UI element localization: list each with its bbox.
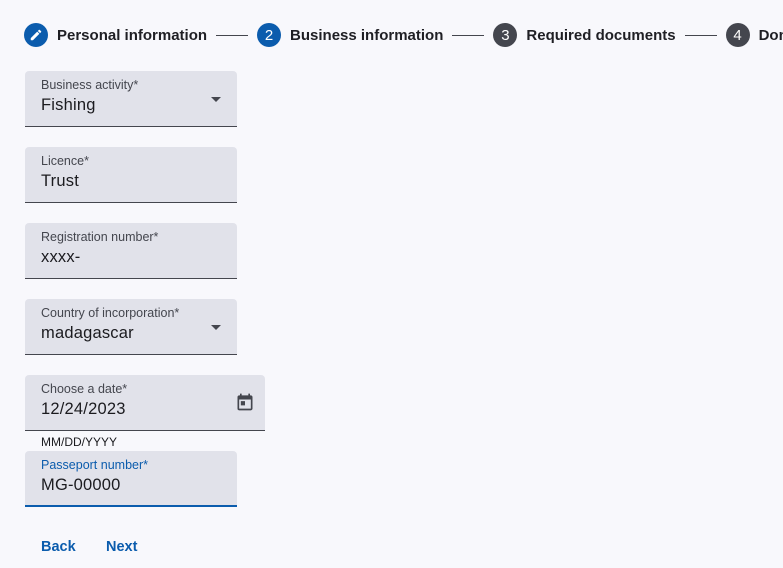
- licence-label: Licence*: [41, 154, 89, 168]
- back-button[interactable]: Back: [41, 535, 76, 559]
- date-field[interactable]: Choose a date* 12/24/2023: [25, 375, 265, 431]
- licence-value: Trust: [41, 172, 79, 190]
- step-number: 3: [493, 23, 518, 47]
- passport-number-field[interactable]: Passeport number* MG-00000: [25, 451, 237, 507]
- step-label: Required documents: [526, 26, 676, 44]
- step-number: 2: [257, 23, 282, 47]
- step-number: 4: [725, 23, 750, 47]
- date-format-hint: MM/DD/YYYY: [41, 435, 118, 449]
- date-value: 12/24/2023: [41, 400, 126, 418]
- step-done[interactable]: 4 Done: [725, 23, 783, 47]
- stepper: Personal information 2 Business informat…: [24, 22, 783, 48]
- step-connector: [452, 34, 485, 36]
- country-select[interactable]: Country of incorporation* madagascar: [25, 299, 237, 355]
- step-label: Personal information: [57, 26, 208, 44]
- registration-number-value: xxxx-: [41, 248, 81, 266]
- step-label: Business information: [290, 26, 444, 44]
- date-label: Choose a date*: [41, 382, 128, 396]
- passport-number-label: Passeport number*: [41, 458, 149, 472]
- dropdown-arrow-icon[interactable]: [211, 97, 221, 102]
- business-activity-value: Fishing: [41, 96, 96, 114]
- country-label: Country of incorporation*: [41, 306, 180, 320]
- registration-number-label: Registration number*: [41, 230, 159, 244]
- step-personal-information[interactable]: Personal information: [24, 23, 207, 47]
- step-business-information[interactable]: 2 Business information: [257, 23, 443, 47]
- licence-field[interactable]: Licence* Trust: [25, 147, 237, 203]
- registration-number-field[interactable]: Registration number* xxxx-: [25, 223, 237, 279]
- step-connector: [216, 34, 249, 36]
- pencil-icon: [24, 23, 48, 47]
- passport-number-value: MG-00000: [41, 476, 121, 494]
- step-required-documents[interactable]: 3 Required documents: [493, 23, 676, 47]
- step-connector: [684, 34, 717, 36]
- calendar-icon[interactable]: [235, 392, 255, 412]
- step-label: Done: [758, 26, 783, 44]
- business-activity-label: Business activity*: [41, 78, 139, 92]
- dropdown-arrow-icon[interactable]: [211, 325, 221, 330]
- next-button[interactable]: Next: [106, 535, 137, 559]
- country-value: madagascar: [41, 324, 134, 342]
- business-activity-select[interactable]: Business activity* Fishing: [25, 71, 237, 127]
